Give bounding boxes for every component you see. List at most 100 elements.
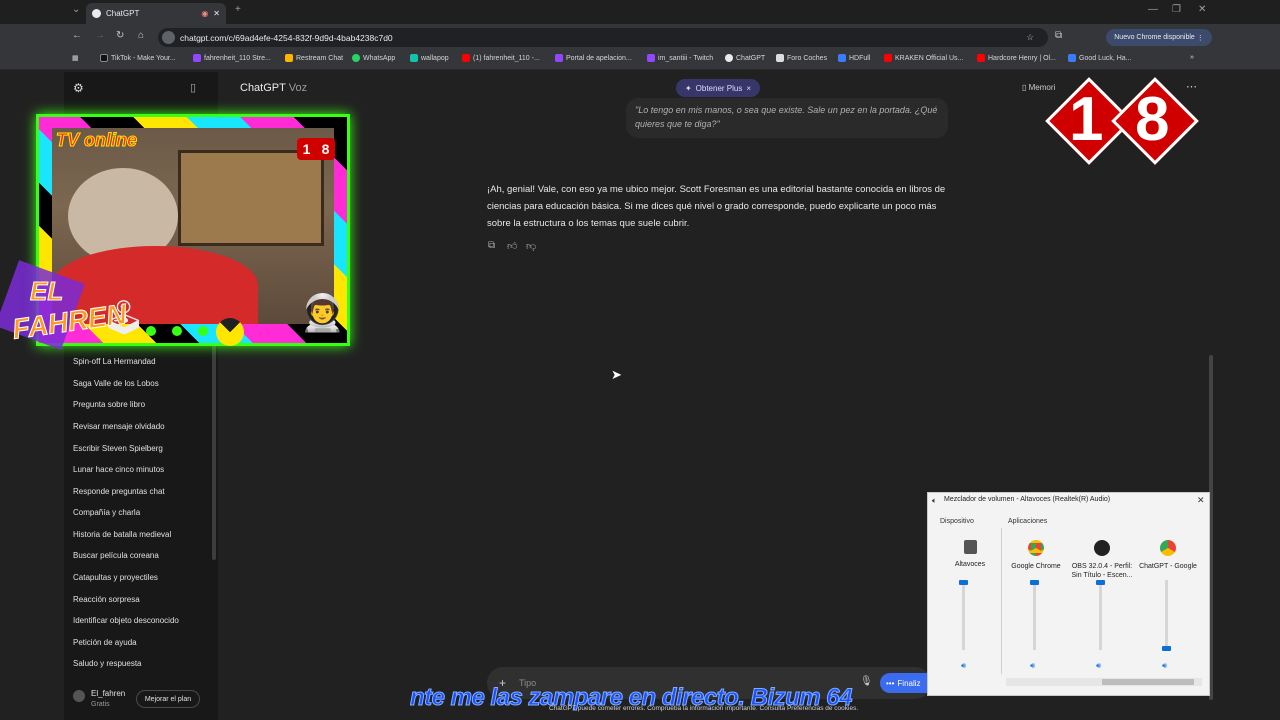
- bookmark-item[interactable]: (1) fahrenheit_110 -...: [462, 54, 540, 62]
- reload-icon[interactable]: ↻: [116, 30, 124, 41]
- extensions-icon[interactable]: ⧉: [1055, 30, 1062, 41]
- mixer-divider: [1001, 528, 1002, 674]
- sidebar-scrollbar[interactable]: [212, 340, 216, 560]
- volume-thumb[interactable]: [1162, 646, 1171, 651]
- mixer-hscroll-thumb[interactable]: [1102, 679, 1194, 685]
- mixer-title: Mezclador de volumen - Altavoces (Realte…: [944, 496, 1111, 503]
- browser-tab[interactable]: ChatGPT ◉ ✕: [86, 3, 226, 24]
- bookmark-label: TikTok - Make Your...: [111, 54, 176, 62]
- model-selector[interactable]: ChatGPT Voz: [240, 82, 307, 94]
- chatgpt-favicon-icon: [92, 9, 101, 18]
- user-message: "Lo tengo en mis manos, o sea que existe…: [626, 98, 948, 138]
- bookmark-item[interactable]: Foro Coches: [776, 54, 827, 62]
- thumbs-up-icon[interactable]: 👍︎: [507, 240, 517, 252]
- site-info-icon[interactable]: [162, 31, 175, 44]
- sidebar-item[interactable]: Pregunta sobre libro: [73, 400, 145, 409]
- bookmark-item[interactable]: KRAKEN Official Us...: [884, 54, 963, 62]
- sidebar-item[interactable]: Reacción sorpresa: [73, 595, 140, 604]
- mute-icon[interactable]: 🔊︎: [961, 661, 966, 671]
- channel-name: OBS 32.0.4 - Perfil: Sin Título - Escen.…: [1071, 563, 1133, 579]
- model-suffix: Voz: [288, 82, 308, 94]
- age-badge-right: 8: [1111, 68, 1199, 174]
- minimize-icon[interactable]: —: [1148, 4, 1158, 15]
- bookmark-label: Foro Coches: [787, 54, 828, 62]
- bookmark-item[interactable]: Restream Chat: [285, 54, 343, 62]
- sidebar-item[interactable]: Historia de batalla medieval: [73, 530, 171, 539]
- speaker-device-icon: [963, 540, 977, 554]
- bookmark-label: HDFull: [849, 54, 871, 62]
- bookmark-item[interactable]: TikTok - Make Your...: [100, 54, 176, 62]
- sidebar-item[interactable]: Escribir Steven Spielberg: [73, 444, 163, 453]
- home-icon[interactable]: ⌂: [138, 30, 144, 41]
- sidebar-item[interactable]: Compañía y charla: [73, 508, 140, 517]
- age-digit: 1: [1069, 85, 1104, 154]
- age-digit: 8: [1135, 85, 1170, 154]
- volume-thumb[interactable]: [1030, 580, 1039, 585]
- sidebar-item[interactable]: Lunar hace cinco minutos: [73, 465, 164, 474]
- openai-logo-icon[interactable]: ⚙: [73, 81, 84, 95]
- tv-online-logo: TV online: [56, 130, 138, 151]
- forward-icon[interactable]: →: [95, 30, 105, 41]
- bookmark-item[interactable]: Portal de apelacion...: [555, 54, 632, 62]
- sidebar-item[interactable]: Responde preguntas chat: [73, 487, 165, 496]
- bookmark-item[interactable]: Hardcore Henry | Ol...: [977, 54, 1056, 62]
- bookmark-item[interactable]: fahrenheit_110 Stre...: [193, 54, 271, 62]
- close-sidebar-icon[interactable]: ▯: [190, 81, 196, 94]
- tab-close-icon[interactable]: ✕: [213, 9, 220, 18]
- sidebar-item[interactable]: Buscar película coreana: [73, 551, 159, 560]
- dismiss-plus-icon[interactable]: ×: [746, 84, 751, 93]
- sidebar-item[interactable]: Saludo y respuesta: [73, 659, 142, 668]
- bookmark-item[interactable]: wallapop: [410, 54, 449, 62]
- pacman-icon: [216, 318, 244, 346]
- volume-slider[interactable]: [1165, 580, 1168, 650]
- bookmark-star-icon[interactable]: ☆: [1026, 32, 1034, 43]
- tab-search-icon[interactable]: ⌄: [72, 4, 80, 15]
- back-icon[interactable]: ←: [72, 30, 82, 41]
- volume-thumb[interactable]: [1096, 580, 1105, 585]
- bookmark-label: WhatsApp: [363, 54, 396, 62]
- sidebar-item[interactable]: Identificar objeto desconocido: [73, 616, 179, 625]
- age-digit: 1: [302, 141, 311, 157]
- mixer-hscrollbar[interactable]: [1006, 678, 1202, 686]
- obtener-plus-button[interactable]: ✦ Obtener Plus ×: [676, 79, 760, 97]
- mixer-close-icon[interactable]: ✕: [1197, 495, 1205, 506]
- bookmark-item[interactable]: im_santiii - Twitch: [647, 54, 713, 62]
- sidebar-item[interactable]: Revisar mensaje olvidado: [73, 422, 165, 431]
- fahren-logo-line1: EL: [29, 276, 64, 307]
- copy-icon[interactable]: ⧉: [488, 240, 495, 251]
- mute-icon[interactable]: 🔊︎: [1096, 661, 1101, 671]
- thumbs-down-icon[interactable]: 👎︎: [526, 240, 536, 252]
- sidebar-item[interactable]: Saga Valle de los Lobos: [73, 379, 159, 388]
- upgrade-button[interactable]: Mejorar el plan: [136, 690, 200, 708]
- bookmark-item[interactable]: WhatsApp: [352, 54, 395, 62]
- volume-thumb[interactable]: [959, 580, 968, 585]
- avatar[interactable]: [73, 690, 85, 702]
- new-tab-icon[interactable]: +: [235, 4, 241, 15]
- bookmark-item[interactable]: Good Luck, Ha...: [1068, 54, 1132, 62]
- plus-label: Obtener Plus: [695, 83, 743, 93]
- disclaimer: ChatGPT puede cometer errores. Comprueba…: [549, 705, 859, 712]
- bookmark-item[interactable]: HDFull: [838, 54, 870, 62]
- sidebar-item[interactable]: Spin-off La Hermandad: [73, 357, 156, 366]
- volume-slider[interactable]: [1033, 580, 1036, 650]
- sidebar-item[interactable]: Petición de ayuda: [73, 638, 137, 647]
- obs-icon: [1094, 540, 1110, 556]
- chrome-update-button[interactable]: Nuevo Chrome disponible ⋮: [1106, 29, 1212, 46]
- url-text: chatgpt.com/c/69ad4efe-4254-832f-9d9d-4b…: [180, 32, 393, 43]
- channel-name: Altavoces: [954, 561, 986, 568]
- model-title: ChatGPT: [240, 82, 286, 94]
- mute-icon[interactable]: 🔊︎: [1030, 661, 1035, 671]
- memory-label: Memori: [1028, 83, 1056, 92]
- memory-button[interactable]: ▯ Memori: [1022, 83, 1055, 92]
- apps-grid-icon[interactable]: ▦: [72, 54, 79, 62]
- close-window-icon[interactable]: ✕: [1198, 4, 1206, 15]
- sidebar-item[interactable]: Catapultas y proyectiles: [73, 573, 158, 582]
- volume-slider[interactable]: [962, 580, 965, 650]
- bookmark-label: ChatGPT: [736, 54, 766, 62]
- bookmark-item[interactable]: ChatGPT: [725, 54, 765, 62]
- restore-icon[interactable]: ❐: [1172, 4, 1181, 15]
- address-bar[interactable]: chatgpt.com/c/69ad4efe-4254-832f-9d9d-4b…: [158, 28, 1048, 47]
- volume-slider[interactable]: [1099, 580, 1102, 650]
- more-bookmarks-icon[interactable]: »: [1190, 54, 1194, 61]
- mute-icon[interactable]: 🔊︎: [1162, 661, 1167, 671]
